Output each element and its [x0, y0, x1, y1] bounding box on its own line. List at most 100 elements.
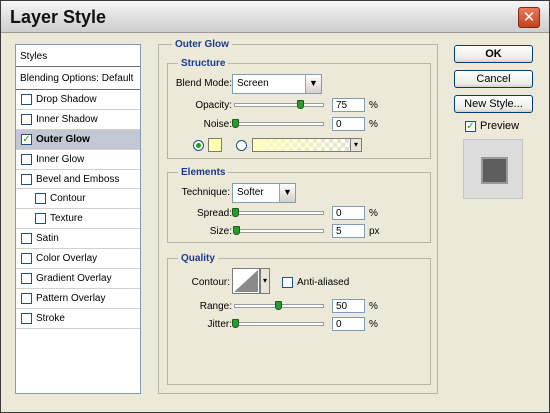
gradient-radio[interactable]	[236, 140, 247, 151]
style-item-checkbox[interactable]	[21, 233, 32, 245]
noise-input[interactable]: 0	[332, 117, 365, 131]
style-item-label: Pattern Overlay	[36, 292, 106, 304]
structure-group: Structure Blend Mode: Screen ▼ Opacity: …	[167, 58, 431, 159]
style-item-texture[interactable]: Texture	[16, 209, 140, 230]
preview-square	[481, 157, 508, 184]
jitter-unit: %	[369, 319, 378, 330]
style-item-contour[interactable]: Contour	[16, 189, 140, 210]
quality-group: Quality Contour: ▾ Anti-aliased Range: 5…	[167, 253, 431, 385]
blend-mode-select[interactable]: Screen ▼	[232, 74, 322, 94]
jitter-slider-thumb[interactable]	[232, 319, 239, 328]
style-item-color-overlay[interactable]: Color Overlay	[16, 249, 140, 270]
noise-unit: %	[369, 119, 378, 130]
style-item-label: Bevel and Emboss	[36, 173, 120, 185]
style-item-label: Inner Glow	[36, 153, 85, 165]
spread-label: Spread:	[196, 208, 232, 219]
noise-slider[interactable]	[232, 119, 324, 128]
jitter-label: Jitter:	[207, 319, 232, 330]
style-item-label: Gradient Overlay	[36, 273, 112, 285]
style-item-label: Color Overlay	[36, 253, 98, 265]
spread-slider-thumb[interactable]	[232, 208, 239, 217]
style-item-label: Drop Shadow	[36, 94, 97, 105]
style-item-checkbox[interactable]	[21, 312, 32, 324]
style-item-label: Contour	[50, 193, 86, 205]
glow-color-swatch[interactable]	[208, 138, 222, 152]
style-item-checkbox[interactable]	[21, 253, 32, 265]
jitter-input[interactable]: 0	[332, 317, 365, 331]
style-item-checkbox[interactable]	[21, 173, 32, 185]
style-item-checkbox[interactable]	[21, 153, 32, 165]
chevron-down-icon: ▼	[305, 75, 321, 93]
style-item-checkbox[interactable]: ✓	[21, 133, 32, 145]
range-slider-thumb[interactable]	[275, 301, 282, 310]
size-unit: px	[369, 226, 380, 237]
elements-group: Elements Technique: Softer ▼ Spread: 0 %…	[167, 167, 431, 243]
size-slider-thumb[interactable]	[232, 226, 240, 235]
glow-gradient-picker[interactable]: ▾	[252, 138, 362, 152]
contour-curve-icon	[234, 270, 258, 292]
contour-dropdown-icon[interactable]: ▾	[260, 268, 270, 294]
outer-glow-panel: Outer Glow Structure Blend Mode: Screen …	[158, 39, 438, 394]
spread-slider[interactable]	[232, 208, 324, 217]
opacity-input[interactable]: 75	[332, 98, 365, 112]
range-input[interactable]: 50	[332, 299, 365, 313]
style-item-outer-glow[interactable]: ✓ Outer Glow	[16, 129, 140, 150]
elements-title: Elements	[178, 167, 229, 178]
styles-list: Styles Blending Options: Default Drop Sh…	[15, 44, 141, 394]
technique-select[interactable]: Softer ▼	[232, 183, 296, 203]
blend-mode-value: Screen	[237, 78, 269, 89]
style-item-drop-shadow[interactable]: Drop Shadow	[16, 90, 140, 110]
style-item-checkbox[interactable]	[21, 292, 32, 304]
cancel-button[interactable]: Cancel	[454, 70, 533, 88]
new-style-button[interactable]: New Style...	[454, 95, 533, 113]
style-item-label: Texture	[50, 213, 83, 225]
style-item-inner-glow[interactable]: Inner Glow	[16, 150, 140, 170]
technique-value: Softer	[237, 187, 264, 198]
opacity-unit: %	[369, 100, 378, 111]
gradient-dropdown-icon[interactable]: ▾	[350, 138, 362, 152]
anti-aliased-label: Anti-aliased	[297, 277, 350, 288]
dialog-title: Layer Style	[10, 7, 107, 27]
title-bar[interactable]: Layer Style ✕	[1, 1, 549, 33]
style-item-satin[interactable]: Satin	[16, 229, 140, 250]
style-item-bevel-and-emboss[interactable]: Bevel and Emboss	[16, 170, 140, 190]
ok-button[interactable]: OK	[454, 45, 533, 63]
preview-label: Preview	[480, 120, 520, 132]
style-item-checkbox[interactable]	[21, 113, 32, 125]
range-slider[interactable]	[234, 301, 324, 310]
style-item-checkbox[interactable]	[35, 193, 46, 205]
blend-mode-label: Blend Mode:	[175, 78, 232, 89]
size-input[interactable]: 5	[332, 224, 365, 238]
opacity-label: Opacity:	[195, 100, 232, 111]
size-slider[interactable]	[232, 226, 324, 235]
spread-input[interactable]: 0	[332, 206, 365, 220]
opacity-slider-thumb[interactable]	[297, 100, 304, 109]
layer-style-dialog: Layer Style ✕ Styles Blending Options: D…	[0, 0, 550, 413]
range-unit: %	[369, 301, 378, 312]
style-item-pattern-overlay[interactable]: Pattern Overlay	[16, 289, 140, 309]
jitter-slider[interactable]	[232, 319, 324, 328]
style-item-stroke[interactable]: Stroke	[16, 309, 140, 329]
styles-header[interactable]: Styles	[16, 45, 140, 67]
quality-title: Quality	[178, 253, 218, 264]
anti-aliased-checkbox[interactable]	[282, 277, 293, 288]
style-item-checkbox[interactable]	[35, 213, 46, 225]
chevron-down-icon: ▼	[279, 184, 295, 202]
contour-label: Contour:	[191, 277, 230, 288]
style-item-checkbox[interactable]	[21, 273, 32, 285]
style-item-label: Outer Glow	[36, 133, 90, 145]
preview-checkbox[interactable]: ✓	[465, 121, 476, 132]
opacity-slider[interactable]	[234, 100, 324, 109]
style-item-inner-shadow[interactable]: Inner Shadow	[16, 110, 140, 130]
style-item-gradient-overlay[interactable]: Gradient Overlay	[16, 269, 140, 289]
range-label: Range:	[199, 301, 232, 312]
solid-color-radio[interactable]	[193, 140, 204, 151]
spread-unit: %	[369, 208, 378, 219]
blending-options-item[interactable]: Blending Options: Default	[16, 67, 140, 90]
noise-label: Noise:	[203, 119, 232, 130]
technique-label: Technique:	[181, 187, 230, 198]
noise-slider-thumb[interactable]	[232, 119, 239, 128]
close-icon[interactable]: ✕	[518, 7, 540, 28]
style-item-checkbox[interactable]	[21, 94, 32, 105]
contour-preview[interactable]	[232, 268, 260, 294]
